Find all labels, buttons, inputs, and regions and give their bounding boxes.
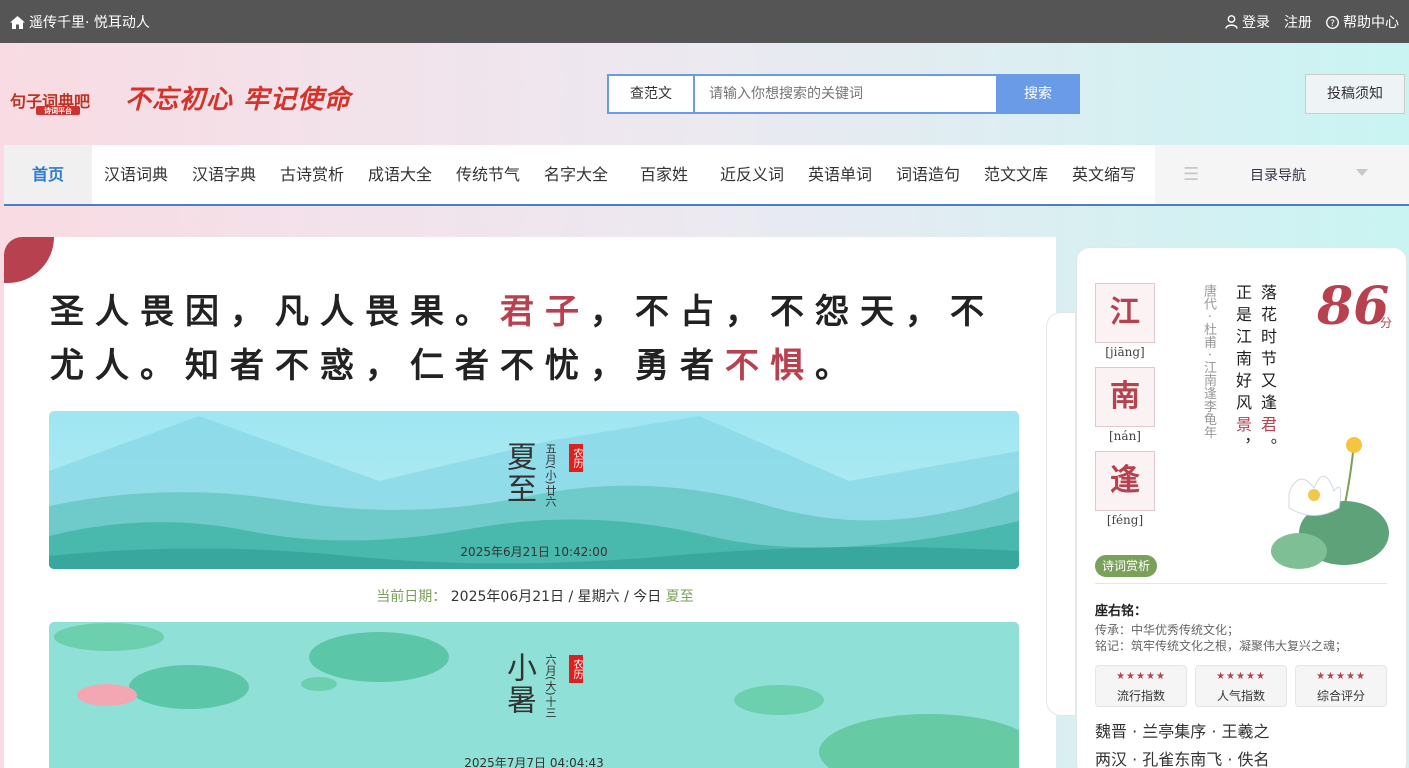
lunar-stamp: 农历: [569, 444, 583, 472]
poem-author: 唐代 · 杜甫 · 江南逢李龟年: [1201, 284, 1216, 439]
stat-overall: ★★★★★ 综合评分: [1295, 665, 1387, 707]
related-poem-link-2[interactable]: 两汉 · 孔雀东南飞 · 佚名: [1095, 746, 1270, 768]
directory-menu-label: 目录导航: [1250, 168, 1306, 184]
poem-line-2-highlight: 景: [1233, 416, 1252, 438]
corner-decoration: [4, 237, 54, 283]
poem-score-unit: 分: [1380, 316, 1393, 330]
quote-highlight-1: 君子: [500, 292, 590, 332]
lotus-illustration: [1271, 437, 1389, 569]
submission-guide-button[interactable]: 投稿须知: [1305, 74, 1405, 114]
register-link[interactable]: 注册: [1284, 12, 1312, 32]
poem-analysis-tag[interactable]: 诗词赏析: [1095, 555, 1158, 577]
main-nav: 首页 汉语词典 汉语字典 古诗赏析 成语大全 传统节气 名字大全 百家姓 近反义词 英语单词 词语造…: [4, 145, 1409, 206]
stat-label: 综合评分: [1316, 689, 1365, 703]
nav-item-9[interactable]: 英语单词: [796, 145, 884, 204]
login-label: 登录: [1242, 15, 1270, 31]
stat-label: 人气指数: [1216, 689, 1265, 703]
solar-term-banner-2[interactable]: 小暑 六月(大)十三 农历 2025年7月7日 04:04:43: [49, 622, 1019, 768]
motto-line-1: 传承：中华优秀传统文化；: [1095, 623, 1240, 637]
svg-text:?: ?: [1330, 19, 1335, 29]
solar-term-time: 2025年6月21日 10:42:00: [460, 545, 608, 559]
poem-score: 86: [1317, 276, 1390, 337]
current-term: 夏至: [665, 589, 694, 605]
register-label: 注册: [1284, 15, 1312, 31]
lunar-date-2: 六月(大)十三: [544, 654, 557, 718]
poem-line-2-end: ，: [1233, 438, 1252, 460]
header: 句子词典吧 诗词平台 不忘初心 牢记使命 查范文 搜索 投稿须知: [0, 43, 1409, 144]
poem-card[interactable]: 江 [jiāng] 南 [nán] 逢 [féng] 唐代 · 杜甫 · 江南逢…: [1076, 247, 1407, 768]
quote-part-1: 圣人畏因，凡人畏果。: [50, 292, 500, 332]
rating-stars: ★★★★★: [1116, 671, 1166, 682]
stat-label: 流行指数: [1116, 689, 1165, 703]
top-bar: 遥传千里· 悦耳动人 登录 注册 ? 帮助中心: [0, 0, 1409, 43]
lunar-stamp-2: 农历: [569, 655, 583, 683]
search-button[interactable]: 搜索: [996, 74, 1080, 114]
solar-term-name: 夏至: [501, 441, 536, 505]
current-date-label: 当前日期：: [376, 589, 447, 605]
poem-char-3: 逢: [1095, 451, 1155, 511]
nav-item-11[interactable]: 范文文库: [972, 145, 1060, 204]
site-slogan: 遥传千里· 悦耳动人: [29, 15, 150, 31]
stat-hotness: ★★★★★ 人气指数: [1195, 665, 1287, 707]
current-date-value: 2025年06月21日 / 星期六 / 今日: [450, 589, 662, 605]
solar-term-time-2: 2025年7月7日 04:04:43: [464, 756, 604, 768]
solar-term-banner-1[interactable]: 夏至 五月(小)廿六 农历 2025年6月21日 10:42:00: [49, 411, 1019, 569]
quote-highlight-2: 不惧: [725, 346, 815, 386]
lunar-date: 五月(小)廿六: [544, 443, 557, 507]
slogan-banner: 不忘初心 牢记使命: [125, 85, 352, 115]
site-slogan-link[interactable]: 遥传千里· 悦耳动人: [10, 12, 150, 32]
search-bar: 查范文 搜索: [607, 74, 1080, 114]
poem-char-2: 南: [1095, 367, 1155, 427]
solar-term-name-2: 小暑: [501, 652, 536, 716]
menu-icon: ☰: [1183, 164, 1200, 185]
poem-pinyin-2: [nán]: [1109, 429, 1141, 443]
side-card-shadow: [1046, 312, 1076, 716]
nav-item-2[interactable]: 汉语字典: [180, 145, 268, 204]
poem-line-1-text: 落花时节又逢: [1258, 284, 1277, 416]
nav-item-10[interactable]: 词语造句: [884, 145, 972, 204]
rating-stars: ★★★★★: [1216, 671, 1266, 682]
main-content: 圣人畏因，凡人畏果。君子，不占，不怨天，不尤人。知者不惑，仁者不忧，勇者不惧。 …: [4, 237, 1056, 768]
nav-item-6[interactable]: 名字大全: [532, 145, 620, 204]
poem-line-2: 正是江南好风景，: [1232, 284, 1252, 460]
nav-item-0[interactable]: 首页: [4, 145, 92, 204]
help-label: 帮助中心: [1343, 15, 1399, 31]
nav-item-5[interactable]: 传统节气: [444, 145, 532, 204]
directory-menu[interactable]: ☰ 目录导航: [1155, 145, 1409, 204]
search-type-select[interactable]: 查范文: [609, 76, 695, 112]
related-poem-link-1[interactable]: 魏晋 · 兰亭集序 · 王羲之: [1095, 718, 1270, 742]
featured-quote: 圣人畏因，凡人畏果。君子，不占，不怨天，不尤人。知者不惑，仁者不忧，勇者不惧。: [50, 285, 1030, 393]
help-link[interactable]: ? 帮助中心: [1326, 12, 1399, 32]
motto-title: 座右铭：: [1095, 604, 1148, 619]
login-link[interactable]: 登录: [1225, 12, 1270, 32]
poem-line-2-text: 正是江南好风: [1233, 284, 1252, 416]
nav-item-1[interactable]: 汉语词典: [92, 145, 180, 204]
logo-subtitle: 诗词平台: [36, 106, 80, 115]
chevron-down-icon: [1356, 169, 1368, 176]
nav-item-12[interactable]: 英文缩写: [1060, 145, 1148, 204]
nav-item-3[interactable]: 古诗赏析: [268, 145, 356, 204]
poem-char-1: 江: [1095, 283, 1155, 343]
nav-item-8[interactable]: 近反义词: [708, 145, 796, 204]
quote-part-3: 。: [815, 346, 860, 386]
help-icon: ?: [1326, 15, 1339, 29]
search-input[interactable]: [695, 76, 996, 112]
rating-stars: ★★★★★: [1316, 671, 1366, 682]
stat-popularity: ★★★★★ 流行指数: [1095, 665, 1187, 707]
motto-line-2: 铭记：筑牢传统文化之根，凝聚伟大复兴之魂；: [1095, 639, 1348, 653]
current-date: 当前日期： 2025年06月21日 / 星期六 / 今日 夏至: [4, 586, 1056, 606]
nav-item-7[interactable]: 百家姓: [620, 145, 708, 204]
user-icon: [1225, 15, 1238, 29]
poem-pinyin-1: [jiāng]: [1105, 345, 1145, 359]
site-logo[interactable]: 句子词典吧 诗词平台: [10, 88, 102, 118]
home-icon: [10, 15, 25, 29]
divider: [1095, 583, 1387, 584]
nav-item-4[interactable]: 成语大全: [356, 145, 444, 204]
poem-pinyin-3: [féng]: [1106, 513, 1144, 527]
